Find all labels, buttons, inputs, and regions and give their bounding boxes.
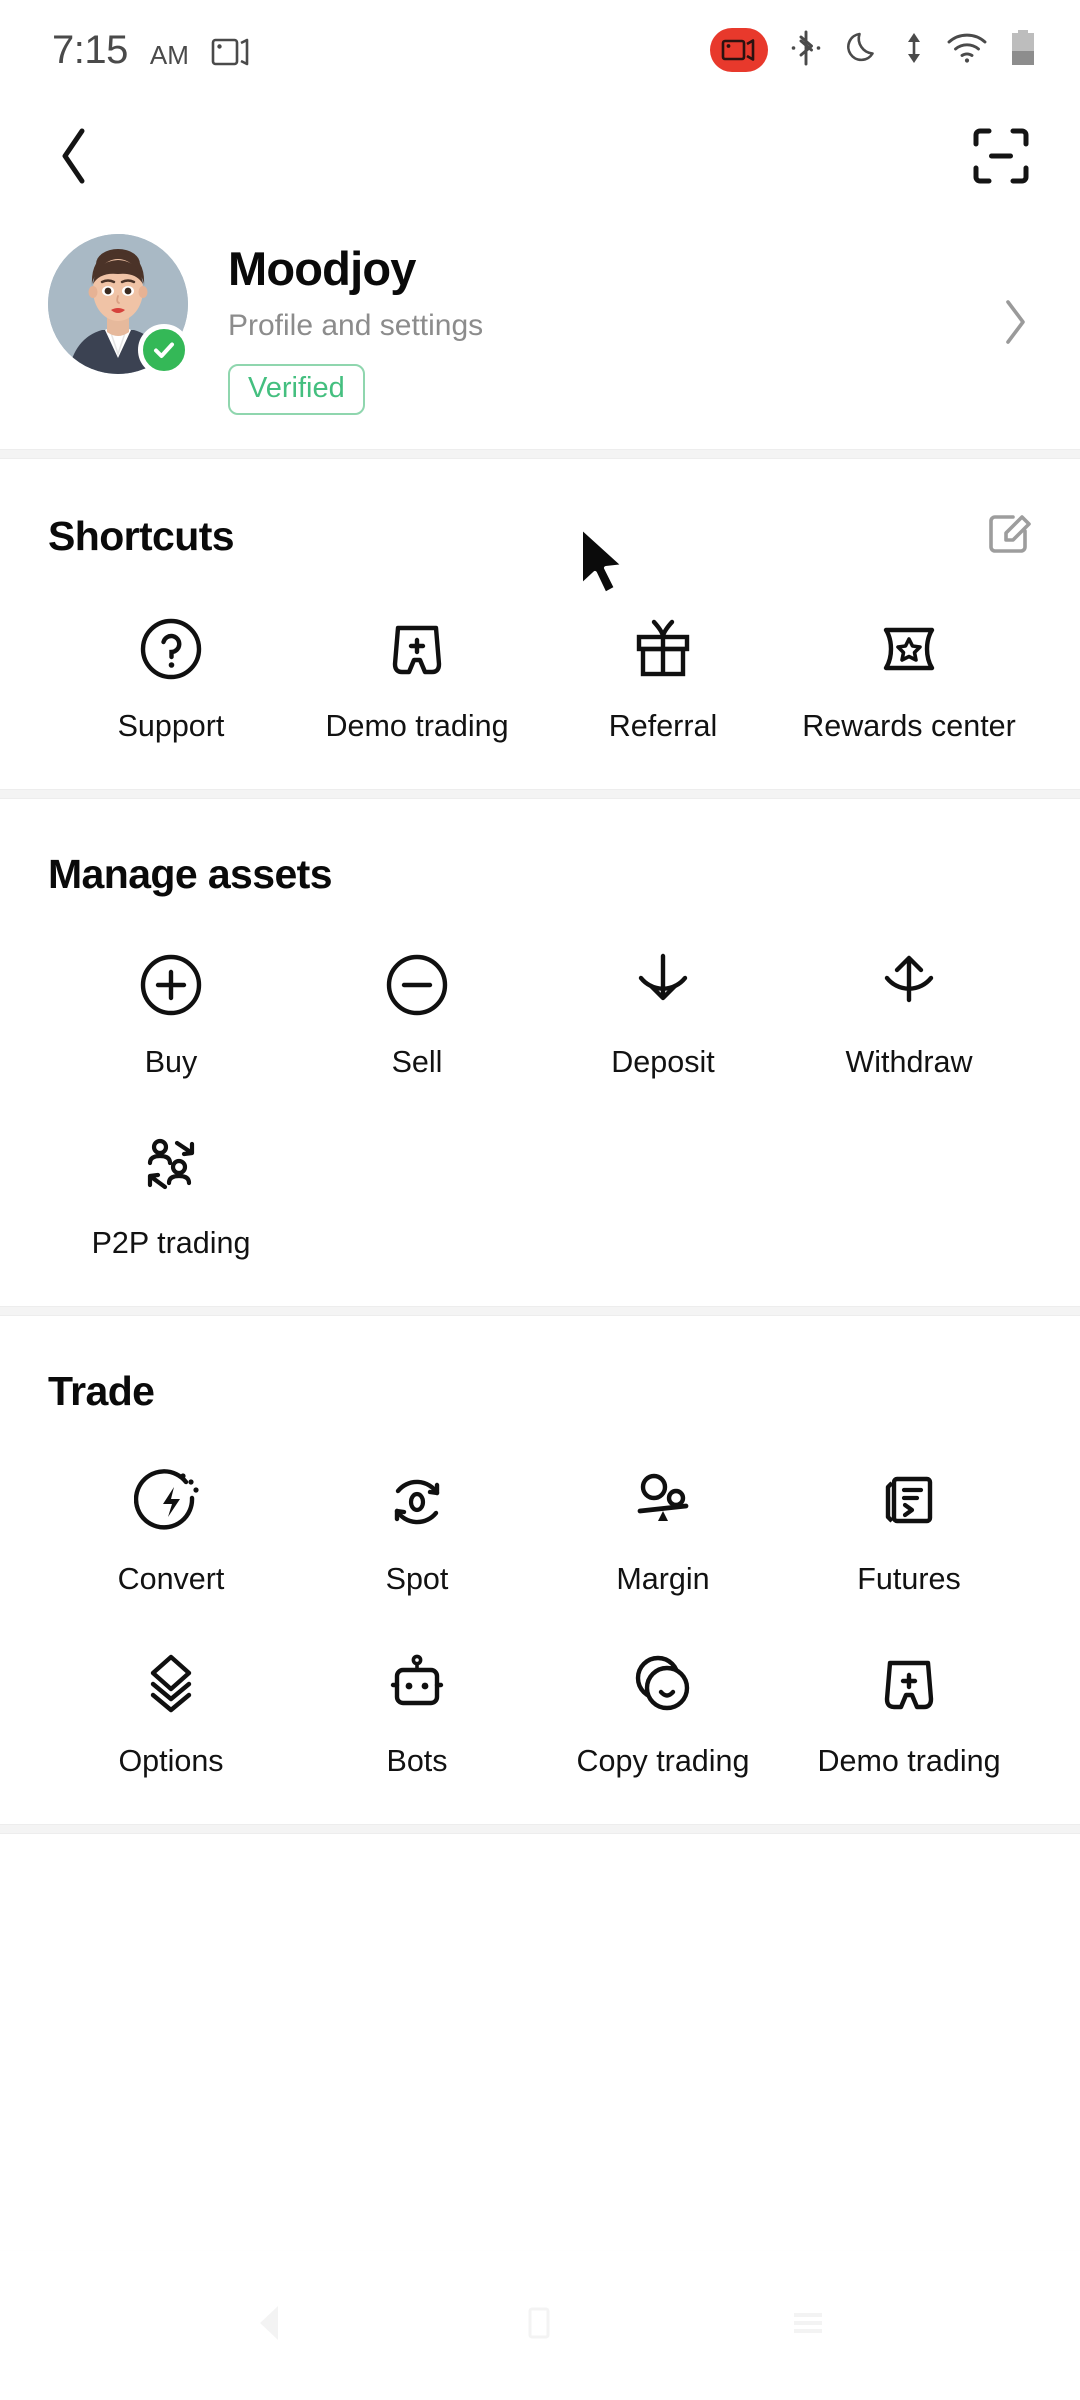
- document-chevron-icon: [872, 1461, 946, 1543]
- section-divider: [0, 448, 1080, 459]
- shortcut-support[interactable]: Support: [48, 608, 294, 745]
- status-ampm: AM: [149, 40, 189, 70]
- qr-scan-icon: [973, 128, 1029, 184]
- asset-label: Withdraw: [845, 1044, 973, 1079]
- edit-shortcuts-button[interactable]: [986, 511, 1032, 562]
- status-bar-left: 7:15 AM: [52, 30, 251, 70]
- shortcut-demo-trading[interactable]: Demo trading: [294, 608, 540, 745]
- question-circle-icon: [134, 608, 208, 690]
- trade-margin[interactable]: Margin: [540, 1461, 786, 1598]
- profile-subtitle: Profile and settings: [228, 309, 484, 343]
- arrow-up-out-icon: [872, 944, 946, 1026]
- square-home-icon[interactable]: [520, 2303, 556, 2348]
- trade-title: Trade: [48, 1368, 155, 1415]
- shortcut-label: Rewards center: [802, 708, 1016, 743]
- shortcut-label: Demo trading: [325, 708, 509, 743]
- status-bar-right: [710, 28, 1036, 72]
- section-divider: [0, 1306, 1080, 1317]
- triangle-back-icon[interactable]: [252, 2303, 288, 2348]
- trade-spot[interactable]: Spot: [294, 1461, 540, 1598]
- trade-label: Options: [118, 1743, 224, 1778]
- layers-chevron-icon: [134, 1643, 208, 1725]
- plus-circle-icon: [134, 944, 208, 1026]
- trade-label: Bots: [386, 1743, 448, 1778]
- trade-label: Futures: [857, 1562, 961, 1597]
- android-nav-bar: [0, 2250, 1080, 2400]
- trade-convert[interactable]: Convert: [48, 1461, 294, 1598]
- shortcut-rewards-center[interactable]: Rewards center: [786, 608, 1032, 745]
- balance-scale-icon: [626, 1461, 700, 1543]
- shortcuts-title: Shortcuts: [48, 512, 235, 559]
- minus-circle-icon: [380, 944, 454, 1026]
- status-time: 7:15: [52, 28, 128, 72]
- verified-check-badge-icon: [138, 324, 190, 376]
- asset-buy[interactable]: Buy: [48, 944, 294, 1081]
- back-button[interactable]: [52, 125, 98, 187]
- bluetooth-icon: [790, 30, 822, 71]
- section-divider-bottom: [0, 1823, 1080, 1834]
- shortcut-label: Support: [117, 708, 225, 743]
- gamepad-plus-icon: [380, 608, 454, 690]
- asset-label: Sell: [391, 1044, 443, 1079]
- trade-demo-trading[interactable]: Demo trading: [786, 1643, 1032, 1780]
- wifi-icon: [946, 32, 988, 69]
- trade-copy-trading[interactable]: Copy trading: [540, 1643, 786, 1780]
- edit-pencil-icon: [989, 514, 1031, 553]
- arrow-down-into-icon: [626, 944, 700, 1026]
- ticket-star-icon: [872, 608, 946, 690]
- section-shortcuts: Shortcuts Support Demo trading Referral …: [0, 459, 1080, 789]
- manage-assets-title: Manage assets: [48, 850, 333, 897]
- section-manage-assets: Manage assets Buy Sell Deposit Withdraw …: [0, 799, 1080, 1306]
- asset-label: Deposit: [611, 1044, 715, 1079]
- screen-cast-icon: [211, 36, 251, 70]
- asset-p2p-trading[interactable]: P2P trading: [48, 1125, 294, 1262]
- profile-text: Moodjoy Profile and settings Verified: [228, 234, 998, 415]
- trade-label: Convert: [117, 1562, 225, 1597]
- profile-row[interactable]: Moodjoy Profile and settings Verified: [0, 212, 1080, 596]
- shortcuts-header: Shortcuts: [48, 511, 1032, 562]
- profile-chevron[interactable]: [998, 296, 1036, 353]
- asset-deposit[interactable]: Deposit: [540, 944, 786, 1081]
- asset-withdraw[interactable]: Withdraw: [786, 944, 1032, 1081]
- overlapping-circles-smile-icon: [626, 1643, 700, 1725]
- data-transfer-icon: [904, 30, 924, 71]
- battery-icon: [1010, 29, 1036, 72]
- status-bar: 7:15 AM: [0, 0, 1080, 100]
- gamepad-plus-icon: [872, 1643, 946, 1725]
- shortcuts-grid: Support Demo trading Referral Rewards ce…: [48, 608, 1032, 745]
- asset-label: Buy: [144, 1044, 198, 1079]
- asset-sell[interactable]: Sell: [294, 944, 540, 1081]
- robot-icon: [380, 1643, 454, 1725]
- trade-label: Copy trading: [576, 1743, 750, 1778]
- trade-label: Margin: [616, 1562, 710, 1597]
- trade-header: Trade: [48, 1368, 1032, 1415]
- section-trade: Trade Convert Spot Margin Futures Option…: [0, 1316, 1080, 1823]
- gift-icon: [626, 608, 700, 690]
- lightning-circle-icon: [134, 1461, 208, 1543]
- trade-options[interactable]: Options: [48, 1643, 294, 1780]
- trade-bots[interactable]: Bots: [294, 1643, 540, 1780]
- avatar[interactable]: [48, 234, 190, 376]
- people-exchange-icon: [134, 1125, 208, 1207]
- chevron-left-icon: [62, 128, 85, 184]
- do-not-disturb-moon-icon: [844, 29, 882, 72]
- shortcut-referral[interactable]: Referral: [540, 608, 786, 745]
- trade-label: Demo trading: [817, 1743, 1001, 1778]
- top-nav-bar: [0, 100, 1080, 212]
- circular-arrows-dot-icon: [380, 1461, 454, 1543]
- lines-recents-icon[interactable]: [788, 2303, 828, 2348]
- trade-label: Spot: [385, 1562, 449, 1597]
- manage-assets-grid: Buy Sell Deposit Withdraw P2P trading: [48, 944, 1032, 1262]
- manage-assets-header: Manage assets: [48, 851, 1032, 898]
- verified-badge: Verified: [228, 364, 365, 415]
- profile-name: Moodjoy: [228, 242, 416, 295]
- screen-recording-icon: [710, 28, 768, 72]
- section-divider: [0, 788, 1080, 799]
- asset-label: P2P trading: [91, 1226, 251, 1261]
- trade-grid: Convert Spot Margin Futures Options Bots…: [48, 1461, 1032, 1779]
- chevron-right-icon: [1006, 300, 1025, 344]
- shortcut-label: Referral: [608, 708, 718, 743]
- trade-futures[interactable]: Futures: [786, 1461, 1032, 1598]
- scan-button[interactable]: [970, 125, 1032, 187]
